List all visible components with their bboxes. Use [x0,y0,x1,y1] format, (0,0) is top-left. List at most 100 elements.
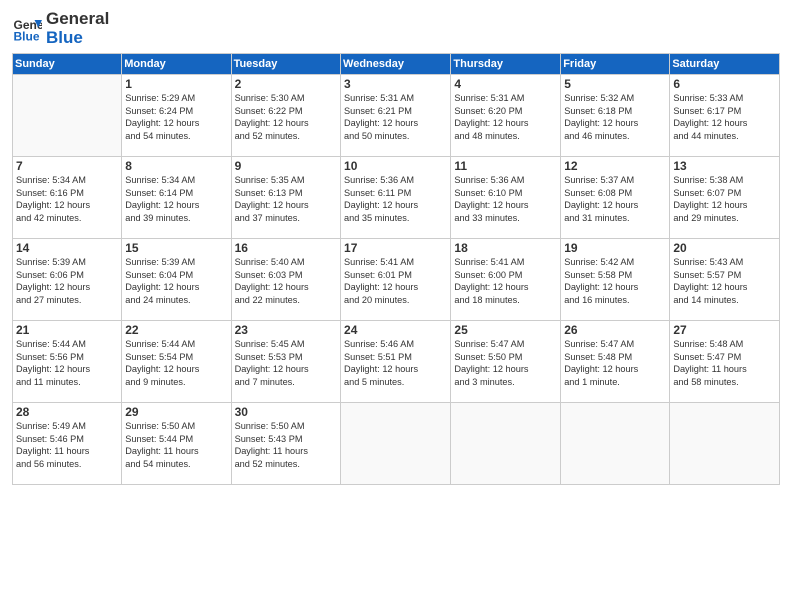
day-info: Sunrise: 5:48 AM Sunset: 5:47 PM Dayligh… [673,338,776,388]
day-info: Sunrise: 5:33 AM Sunset: 6:17 PM Dayligh… [673,92,776,142]
calendar-cell [670,403,780,485]
week-row-2: 7Sunrise: 5:34 AM Sunset: 6:16 PM Daylig… [13,157,780,239]
day-info: Sunrise: 5:47 AM Sunset: 5:50 PM Dayligh… [454,338,557,388]
weekday-wednesday: Wednesday [341,54,451,75]
calendar-cell: 5Sunrise: 5:32 AM Sunset: 6:18 PM Daylig… [561,75,670,157]
calendar-cell: 10Sunrise: 5:36 AM Sunset: 6:11 PM Dayli… [341,157,451,239]
calendar-cell: 17Sunrise: 5:41 AM Sunset: 6:01 PM Dayli… [341,239,451,321]
day-number: 3 [344,77,447,91]
day-info: Sunrise: 5:31 AM Sunset: 6:21 PM Dayligh… [344,92,447,142]
day-info: Sunrise: 5:44 AM Sunset: 5:54 PM Dayligh… [125,338,227,388]
calendar-cell: 22Sunrise: 5:44 AM Sunset: 5:54 PM Dayli… [122,321,231,403]
calendar-cell: 30Sunrise: 5:50 AM Sunset: 5:43 PM Dayli… [231,403,340,485]
calendar-page: General Blue General Blue SundayMondayTu… [0,0,792,612]
day-number: 12 [564,159,666,173]
weekday-monday: Monday [122,54,231,75]
calendar-cell: 8Sunrise: 5:34 AM Sunset: 6:14 PM Daylig… [122,157,231,239]
calendar-cell: 26Sunrise: 5:47 AM Sunset: 5:48 PM Dayli… [561,321,670,403]
day-number: 23 [235,323,337,337]
day-info: Sunrise: 5:38 AM Sunset: 6:07 PM Dayligh… [673,174,776,224]
logo-icon: General Blue [12,14,42,44]
day-number: 2 [235,77,337,91]
weekday-sunday: Sunday [13,54,122,75]
calendar-cell: 15Sunrise: 5:39 AM Sunset: 6:04 PM Dayli… [122,239,231,321]
calendar-cell [561,403,670,485]
calendar-cell: 2Sunrise: 5:30 AM Sunset: 6:22 PM Daylig… [231,75,340,157]
header: General Blue General Blue [12,10,780,47]
day-info: Sunrise: 5:42 AM Sunset: 5:58 PM Dayligh… [564,256,666,306]
day-info: Sunrise: 5:49 AM Sunset: 5:46 PM Dayligh… [16,420,118,470]
day-info: Sunrise: 5:29 AM Sunset: 6:24 PM Dayligh… [125,92,227,142]
day-number: 8 [125,159,227,173]
calendar-cell: 1Sunrise: 5:29 AM Sunset: 6:24 PM Daylig… [122,75,231,157]
day-info: Sunrise: 5:39 AM Sunset: 6:06 PM Dayligh… [16,256,118,306]
day-info: Sunrise: 5:41 AM Sunset: 6:00 PM Dayligh… [454,256,557,306]
day-number: 10 [344,159,447,173]
day-number: 4 [454,77,557,91]
day-number: 24 [344,323,447,337]
calendar-cell: 29Sunrise: 5:50 AM Sunset: 5:44 PM Dayli… [122,403,231,485]
calendar-cell: 6Sunrise: 5:33 AM Sunset: 6:17 PM Daylig… [670,75,780,157]
weekday-friday: Friday [561,54,670,75]
day-info: Sunrise: 5:43 AM Sunset: 5:57 PM Dayligh… [673,256,776,306]
week-row-4: 21Sunrise: 5:44 AM Sunset: 5:56 PM Dayli… [13,321,780,403]
day-number: 22 [125,323,227,337]
day-number: 14 [16,241,118,255]
day-info: Sunrise: 5:36 AM Sunset: 6:11 PM Dayligh… [344,174,447,224]
week-row-1: 1Sunrise: 5:29 AM Sunset: 6:24 PM Daylig… [13,75,780,157]
week-row-3: 14Sunrise: 5:39 AM Sunset: 6:06 PM Dayli… [13,239,780,321]
day-info: Sunrise: 5:45 AM Sunset: 5:53 PM Dayligh… [235,338,337,388]
day-number: 27 [673,323,776,337]
calendar-cell: 16Sunrise: 5:40 AM Sunset: 6:03 PM Dayli… [231,239,340,321]
svg-text:Blue: Blue [14,29,40,43]
calendar-cell [451,403,561,485]
calendar-cell [13,75,122,157]
calendar-cell: 27Sunrise: 5:48 AM Sunset: 5:47 PM Dayli… [670,321,780,403]
day-info: Sunrise: 5:31 AM Sunset: 6:20 PM Dayligh… [454,92,557,142]
day-info: Sunrise: 5:39 AM Sunset: 6:04 PM Dayligh… [125,256,227,306]
calendar-cell: 21Sunrise: 5:44 AM Sunset: 5:56 PM Dayli… [13,321,122,403]
day-number: 28 [16,405,118,419]
calendar-cell: 24Sunrise: 5:46 AM Sunset: 5:51 PM Dayli… [341,321,451,403]
day-number: 1 [125,77,227,91]
day-info: Sunrise: 5:40 AM Sunset: 6:03 PM Dayligh… [235,256,337,306]
day-number: 15 [125,241,227,255]
day-number: 7 [16,159,118,173]
day-number: 11 [454,159,557,173]
week-row-5: 28Sunrise: 5:49 AM Sunset: 5:46 PM Dayli… [13,403,780,485]
calendar-cell: 28Sunrise: 5:49 AM Sunset: 5:46 PM Dayli… [13,403,122,485]
day-number: 6 [673,77,776,91]
day-info: Sunrise: 5:47 AM Sunset: 5:48 PM Dayligh… [564,338,666,388]
calendar-cell: 12Sunrise: 5:37 AM Sunset: 6:08 PM Dayli… [561,157,670,239]
calendar-cell: 23Sunrise: 5:45 AM Sunset: 5:53 PM Dayli… [231,321,340,403]
day-number: 18 [454,241,557,255]
weekday-tuesday: Tuesday [231,54,340,75]
day-info: Sunrise: 5:35 AM Sunset: 6:13 PM Dayligh… [235,174,337,224]
day-info: Sunrise: 5:36 AM Sunset: 6:10 PM Dayligh… [454,174,557,224]
day-info: Sunrise: 5:41 AM Sunset: 6:01 PM Dayligh… [344,256,447,306]
calendar-cell: 14Sunrise: 5:39 AM Sunset: 6:06 PM Dayli… [13,239,122,321]
weekday-thursday: Thursday [451,54,561,75]
day-number: 20 [673,241,776,255]
day-number: 29 [125,405,227,419]
day-info: Sunrise: 5:34 AM Sunset: 6:14 PM Dayligh… [125,174,227,224]
day-number: 25 [454,323,557,337]
logo: General Blue General Blue [12,10,109,47]
weekday-header-row: SundayMondayTuesdayWednesdayThursdayFrid… [13,54,780,75]
day-number: 17 [344,241,447,255]
day-info: Sunrise: 5:30 AM Sunset: 6:22 PM Dayligh… [235,92,337,142]
day-info: Sunrise: 5:44 AM Sunset: 5:56 PM Dayligh… [16,338,118,388]
day-number: 9 [235,159,337,173]
calendar-cell: 11Sunrise: 5:36 AM Sunset: 6:10 PM Dayli… [451,157,561,239]
calendar-cell: 3Sunrise: 5:31 AM Sunset: 6:21 PM Daylig… [341,75,451,157]
calendar-cell: 4Sunrise: 5:31 AM Sunset: 6:20 PM Daylig… [451,75,561,157]
day-number: 21 [16,323,118,337]
day-number: 30 [235,405,337,419]
day-info: Sunrise: 5:37 AM Sunset: 6:08 PM Dayligh… [564,174,666,224]
day-number: 16 [235,241,337,255]
day-number: 5 [564,77,666,91]
calendar-table: SundayMondayTuesdayWednesdayThursdayFrid… [12,53,780,485]
day-number: 19 [564,241,666,255]
day-info: Sunrise: 5:46 AM Sunset: 5:51 PM Dayligh… [344,338,447,388]
day-info: Sunrise: 5:50 AM Sunset: 5:44 PM Dayligh… [125,420,227,470]
